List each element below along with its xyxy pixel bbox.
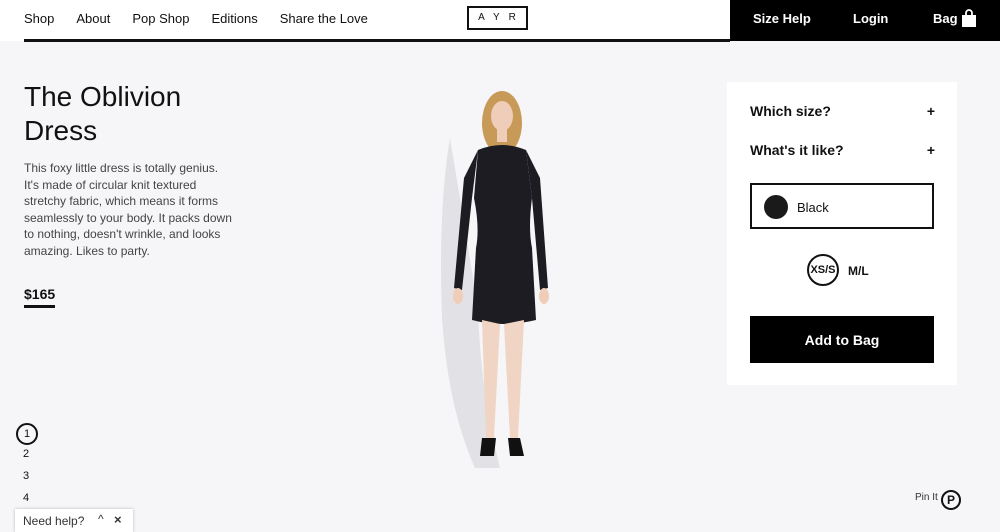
- whats-it-like-label: What's it like?: [750, 142, 844, 158]
- nav-pop-shop[interactable]: Pop Shop: [132, 11, 189, 26]
- size-option-m-l[interactable]: M/L: [848, 264, 869, 278]
- product-price: $165: [24, 286, 56, 308]
- which-size-accordion[interactable]: Which size? +: [750, 103, 935, 119]
- pager-item-1[interactable]: 1: [16, 423, 38, 445]
- plus-icon: +: [926, 103, 935, 119]
- size-help-link[interactable]: Size Help: [753, 11, 811, 26]
- purchase-panel: Which size? + What's it like? + Black XS…: [727, 82, 957, 385]
- product-model-image: [441, 91, 549, 468]
- plus-icon: +: [926, 142, 935, 158]
- product-title: The Oblivion Dress: [24, 81, 182, 146]
- help-widget: Need help? ^ ×: [15, 509, 133, 532]
- account-bar: Size Help Login Bag: [730, 0, 1000, 41]
- pager-item-4[interactable]: 4: [16, 492, 36, 504]
- chevron-up-icon[interactable]: ^: [98, 512, 104, 526]
- nav-divider: [24, 39, 730, 42]
- brand-logo[interactable]: AYR: [467, 6, 528, 30]
- add-to-bag-button[interactable]: Add to Bag: [750, 316, 934, 363]
- pager-item-3[interactable]: 3: [16, 470, 36, 482]
- pin-it-link[interactable]: Pin It: [915, 492, 938, 503]
- product-description: This foxy little dress is totally genius…: [24, 161, 232, 258]
- shopping-bag-icon[interactable]: [961, 9, 977, 27]
- which-size-label: Which size?: [750, 103, 831, 119]
- need-help-link[interactable]: Need help?: [23, 514, 84, 528]
- color-name: Black: [797, 200, 829, 215]
- pinterest-icon[interactable]: P: [941, 490, 961, 510]
- nav-shop[interactable]: Shop: [24, 11, 54, 26]
- nav-editions[interactable]: Editions: [211, 11, 257, 26]
- nav-share-the-love[interactable]: Share the Love: [280, 11, 368, 26]
- color-swatch-dot: [764, 195, 788, 219]
- pager-item-2[interactable]: 2: [16, 448, 36, 460]
- close-icon[interactable]: ×: [114, 512, 122, 527]
- size-option-xs-s[interactable]: XS/S: [807, 254, 839, 286]
- bag-link[interactable]: Bag: [933, 11, 958, 26]
- whats-it-like-accordion[interactable]: What's it like? +: [750, 142, 935, 158]
- login-link[interactable]: Login: [853, 11, 888, 26]
- nav-about[interactable]: About: [76, 11, 110, 26]
- main-nav: Shop About Pop Shop Editions Share the L…: [24, 11, 390, 26]
- color-option-black[interactable]: Black: [750, 183, 934, 229]
